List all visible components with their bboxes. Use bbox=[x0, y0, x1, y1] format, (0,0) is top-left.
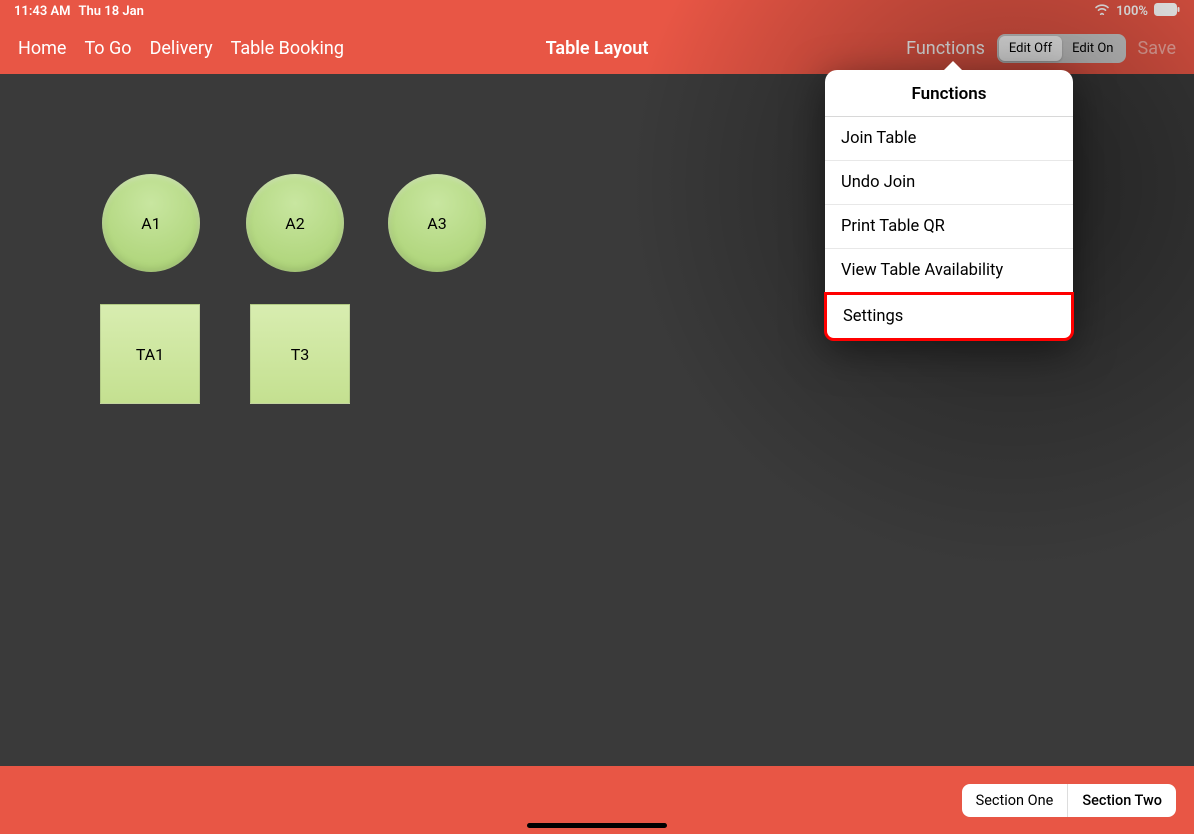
status-bar: 11:43 AM Thu 18 Jan 100% bbox=[0, 0, 1194, 22]
status-time: 11:43 AM bbox=[14, 4, 71, 19]
popover-item-print-table-qr[interactable]: Print Table QR bbox=[825, 205, 1073, 249]
section-selector: Section One Section Two bbox=[962, 784, 1176, 817]
page-title: Table Layout bbox=[546, 38, 649, 59]
nav-table-booking[interactable]: Table Booking bbox=[231, 38, 344, 59]
popover-arrow-icon bbox=[943, 61, 963, 71]
popover-item-undo-join[interactable]: Undo Join bbox=[825, 161, 1073, 205]
popover-title: Functions bbox=[825, 70, 1073, 117]
footer-bar: Section One Section Two bbox=[0, 766, 1194, 834]
table-square[interactable]: TA1 bbox=[100, 304, 200, 404]
table-square[interactable]: T3 bbox=[250, 304, 350, 404]
table-circle[interactable]: A1 bbox=[102, 174, 200, 272]
nav-togo[interactable]: To Go bbox=[84, 38, 131, 59]
section-one-button[interactable]: Section One bbox=[962, 784, 1068, 817]
status-date: Thu 18 Jan bbox=[79, 4, 144, 19]
functions-popover: Functions Join TableUndo JoinPrint Table… bbox=[825, 70, 1073, 340]
save-button[interactable]: Save bbox=[1138, 38, 1177, 59]
home-indicator[interactable] bbox=[527, 823, 667, 828]
wifi-icon bbox=[1094, 3, 1110, 19]
nav-home[interactable]: Home bbox=[18, 38, 66, 59]
table-circle[interactable]: A3 bbox=[388, 174, 486, 272]
popover-item-settings[interactable]: Settings bbox=[824, 292, 1074, 341]
nav-delivery[interactable]: Delivery bbox=[150, 38, 213, 59]
app-header: Home To Go Delivery Table Booking Table … bbox=[0, 22, 1194, 74]
status-battery-percent: 100% bbox=[1116, 4, 1148, 19]
edit-mode-toggle: Edit Off Edit On bbox=[997, 34, 1126, 63]
section-two-button[interactable]: Section Two bbox=[1067, 784, 1176, 817]
battery-icon bbox=[1154, 3, 1180, 20]
edit-off-button[interactable]: Edit Off bbox=[999, 36, 1062, 61]
table-circle[interactable]: A2 bbox=[246, 174, 344, 272]
popover-item-view-table-availability[interactable]: View Table Availability bbox=[825, 249, 1073, 293]
edit-on-button[interactable]: Edit On bbox=[1062, 36, 1123, 61]
functions-button[interactable]: Functions bbox=[906, 38, 985, 59]
nav-tabs: Home To Go Delivery Table Booking bbox=[18, 38, 344, 59]
popover-item-join-table[interactable]: Join Table bbox=[825, 117, 1073, 161]
